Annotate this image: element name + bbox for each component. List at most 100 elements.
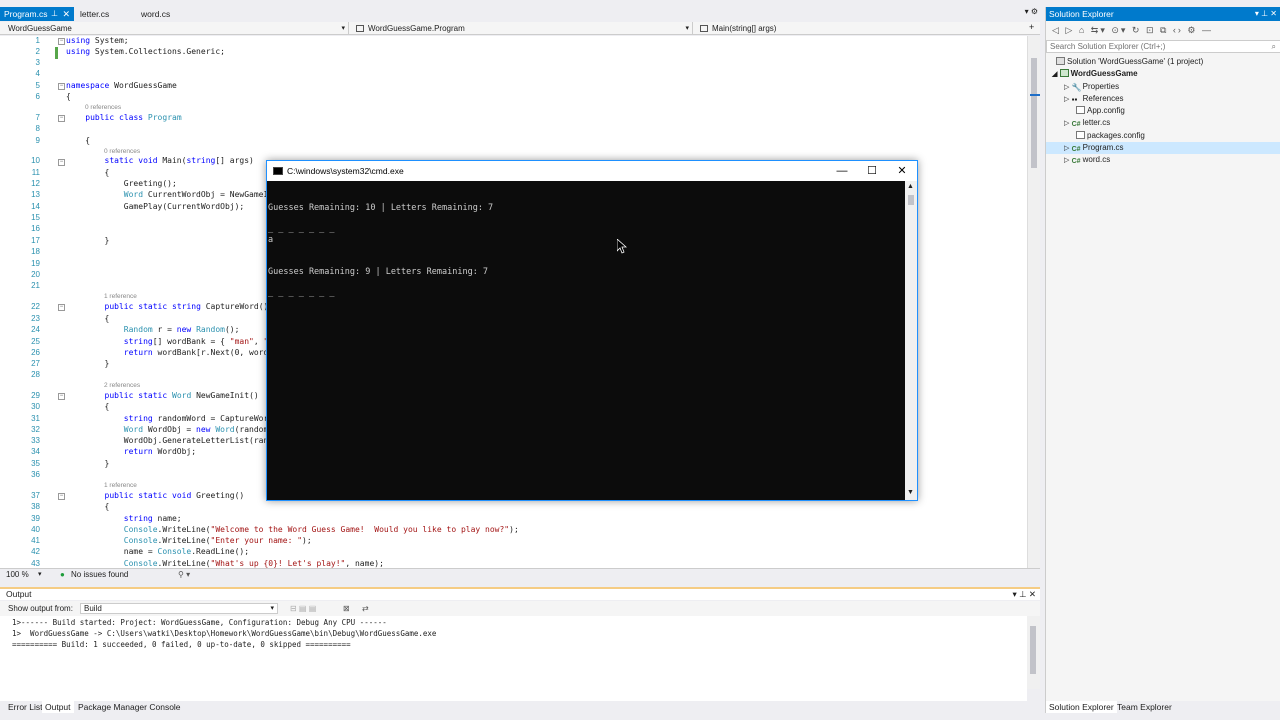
tree-references[interactable]: ▷ ▪▪ References bbox=[1064, 93, 1124, 105]
tree-program-cs[interactable]: ▷ C# Program.cs bbox=[1064, 142, 1124, 154]
collapse-icon[interactable]: − bbox=[58, 115, 65, 122]
tree-project[interactable]: ◢ WordGuessGame bbox=[1052, 68, 1138, 80]
output-vertical-scrollbar[interactable] bbox=[1027, 616, 1040, 689]
editor-status-bar: 100 % ▾ ● No issues found ⚲ ▾ bbox=[0, 568, 1040, 581]
close-icon[interactable]: ✕ bbox=[62, 7, 70, 21]
maximize-button[interactable]: ☐ bbox=[857, 161, 887, 181]
tab-output[interactable]: Output bbox=[42, 701, 74, 713]
tab-team-explorer[interactable]: Team Explorer bbox=[1114, 701, 1175, 713]
output-text[interactable]: 1>------ Build started: Project: WordGue… bbox=[0, 616, 1027, 701]
tree-word-cs[interactable]: ▷ C# word.cs bbox=[1064, 154, 1110, 166]
codelens-references[interactable]: 1 reference bbox=[104, 293, 137, 300]
tab-word-cs[interactable]: word.cs bbox=[137, 7, 195, 21]
tree-label: packages.config bbox=[1087, 131, 1145, 140]
scrollbar-thumb[interactable] bbox=[908, 195, 914, 205]
clear-all-icon[interactable]: ⊠ bbox=[343, 601, 350, 616]
member-dropdown[interactable]: Main(string[] args) bbox=[694, 22, 1026, 35]
panel-controls[interactable]: ▾ ⊥ ✕ bbox=[1255, 7, 1277, 21]
output-source-value: Build bbox=[84, 604, 102, 613]
collapsed-icon[interactable]: ▷ bbox=[1064, 120, 1069, 127]
chevron-down-icon: ▾ bbox=[270, 605, 274, 612]
search-icon[interactable]: ⌕ bbox=[1272, 41, 1276, 52]
code-line: } bbox=[66, 359, 110, 368]
panel-title: Solution Explorer bbox=[1049, 9, 1114, 19]
chevron-down-icon[interactable]: ▼ bbox=[907, 489, 914, 496]
tree-app-config[interactable]: App.config bbox=[1076, 105, 1125, 117]
find-message-icon[interactable]: ⊟ ▤ ▤ bbox=[290, 601, 316, 616]
solution-explorer-search-input[interactable]: Search Solution Explorer (Ctrl+;) ⌕ bbox=[1046, 40, 1280, 53]
tree-properties[interactable]: ▷ 🔧Properties bbox=[1064, 81, 1119, 93]
line-number: 34 bbox=[31, 447, 40, 456]
line-number: 5 bbox=[35, 81, 40, 90]
code-line: return wordBank[r.Next(0, word bbox=[123, 348, 269, 357]
class-dropdown[interactable]: WordGuessGame.Program ▾ bbox=[350, 22, 693, 35]
tab-solution-explorer[interactable]: Solution Explorer bbox=[1046, 701, 1117, 713]
collapse-icon[interactable]: − bbox=[58, 493, 65, 500]
project-dropdown[interactable]: WordGuessGame ▾ bbox=[0, 22, 349, 35]
chevron-down-icon: ▾ bbox=[341, 25, 345, 32]
tree-packages-config[interactable]: packages.config bbox=[1076, 130, 1145, 142]
code-line: string randomWord = CaptureWor bbox=[123, 414, 269, 423]
panel-controls[interactable]: ▾ ⊥ ✕ bbox=[1012, 589, 1036, 600]
tab-label: word.cs bbox=[141, 9, 171, 19]
line-number: 6 bbox=[35, 92, 40, 101]
collapse-icon[interactable]: − bbox=[58, 304, 65, 311]
codelens-references[interactable]: 1 reference bbox=[104, 482, 137, 489]
line-number: 13 bbox=[31, 190, 40, 199]
collapse-icon[interactable]: − bbox=[58, 38, 65, 45]
project-dropdown-value: WordGuessGame bbox=[8, 24, 72, 33]
editor-vertical-scrollbar[interactable] bbox=[1027, 36, 1040, 568]
output-toolbar: Show output from: Build ▾ ⊟ ▤ ▤ ⊠ ⇄ bbox=[0, 601, 1040, 616]
collapse-icon[interactable]: − bbox=[58, 393, 65, 400]
console-vertical-scrollbar[interactable]: ▲ ▼ bbox=[905, 181, 917, 500]
tab-program-cs[interactable]: Program.cs ⊥ ✕ bbox=[0, 7, 74, 21]
close-button[interactable]: ✕ bbox=[887, 161, 917, 181]
codelens-references[interactable]: 2 references bbox=[104, 382, 140, 389]
line-number: 22 bbox=[31, 302, 40, 311]
collapsed-icon[interactable]: ▷ bbox=[1064, 145, 1069, 152]
console-window[interactable]: C:\windows\system32\cmd.exe — ☐ ✕ Guesse… bbox=[266, 160, 918, 501]
pin-icon[interactable]: ⊥ bbox=[51, 7, 58, 21]
csharp-file-icon: C# bbox=[1071, 158, 1081, 165]
line-number: 14 bbox=[31, 202, 40, 211]
line-number: 35 bbox=[31, 459, 40, 468]
line-number: 21 bbox=[31, 281, 40, 290]
minimize-button[interactable]: — bbox=[827, 161, 857, 181]
collapse-icon[interactable]: − bbox=[58, 159, 65, 166]
collapse-icon[interactable]: − bbox=[58, 83, 65, 90]
codelens-references[interactable]: 0 references bbox=[85, 104, 121, 111]
console-output[interactable]: Guesses Remaining: 10 | Letters Remainin… bbox=[267, 181, 905, 500]
collapsed-icon[interactable]: ▷ bbox=[1064, 96, 1069, 103]
tab-overflow-icon[interactable]: ▾ ⚙ bbox=[1025, 7, 1038, 16]
output-source-select[interactable]: Build ▾ bbox=[80, 603, 278, 614]
solution-explorer-toolbar[interactable]: ◁ ▷ ⌂ ⇆▾ ⊙▾ ↻ ⊡ ⧉ ‹› ⚙ — bbox=[1046, 22, 1280, 39]
brush-icon[interactable]: ⚲ ▾ bbox=[178, 569, 190, 581]
line-number: 19 bbox=[31, 259, 40, 268]
zoom-level[interactable]: 100 % bbox=[6, 569, 29, 581]
split-icon[interactable]: + bbox=[1029, 22, 1034, 32]
line-number: 3 bbox=[35, 58, 40, 67]
line-number: 17 bbox=[31, 236, 40, 245]
tree-letter-cs[interactable]: ▷ C# letter.cs bbox=[1064, 117, 1110, 129]
word-wrap-icon[interactable]: ⇄ bbox=[362, 601, 369, 616]
cmd-icon bbox=[273, 167, 283, 175]
tab-error-list[interactable]: Error List bbox=[5, 701, 45, 713]
codelens-references[interactable]: 0 references bbox=[104, 148, 140, 155]
issues-status[interactable]: No issues found bbox=[71, 569, 128, 581]
chevron-down-icon[interactable]: ▾ bbox=[38, 569, 42, 581]
scrollbar-thumb[interactable] bbox=[1031, 58, 1037, 168]
navigation-bar: WordGuessGame ▾ WordGuessGame.Program ▾ … bbox=[0, 22, 1040, 35]
tab-package-manager-console[interactable]: Package Manager Console bbox=[75, 701, 184, 713]
collapsed-icon[interactable]: ▷ bbox=[1064, 84, 1069, 91]
tree-solution[interactable]: Solution 'WordGuessGame' (1 project) bbox=[1056, 56, 1203, 68]
collapsed-icon[interactable]: ▷ bbox=[1064, 157, 1069, 164]
config-file-icon bbox=[1076, 131, 1085, 139]
check-circle-icon: ● bbox=[60, 570, 65, 579]
chevron-up-icon[interactable]: ▲ bbox=[907, 183, 914, 190]
search-placeholder: Search Solution Explorer (Ctrl+;) bbox=[1050, 42, 1166, 51]
code-line: Console.WriteLine("What's up {0}! Let's … bbox=[123, 559, 384, 568]
expanded-icon[interactable]: ◢ bbox=[1052, 71, 1057, 78]
code-line: public static string CaptureWord() bbox=[104, 302, 269, 311]
scrollbar-thumb[interactable] bbox=[1030, 626, 1036, 674]
console-title-bar[interactable]: C:\windows\system32\cmd.exe — ☐ ✕ bbox=[267, 161, 917, 181]
